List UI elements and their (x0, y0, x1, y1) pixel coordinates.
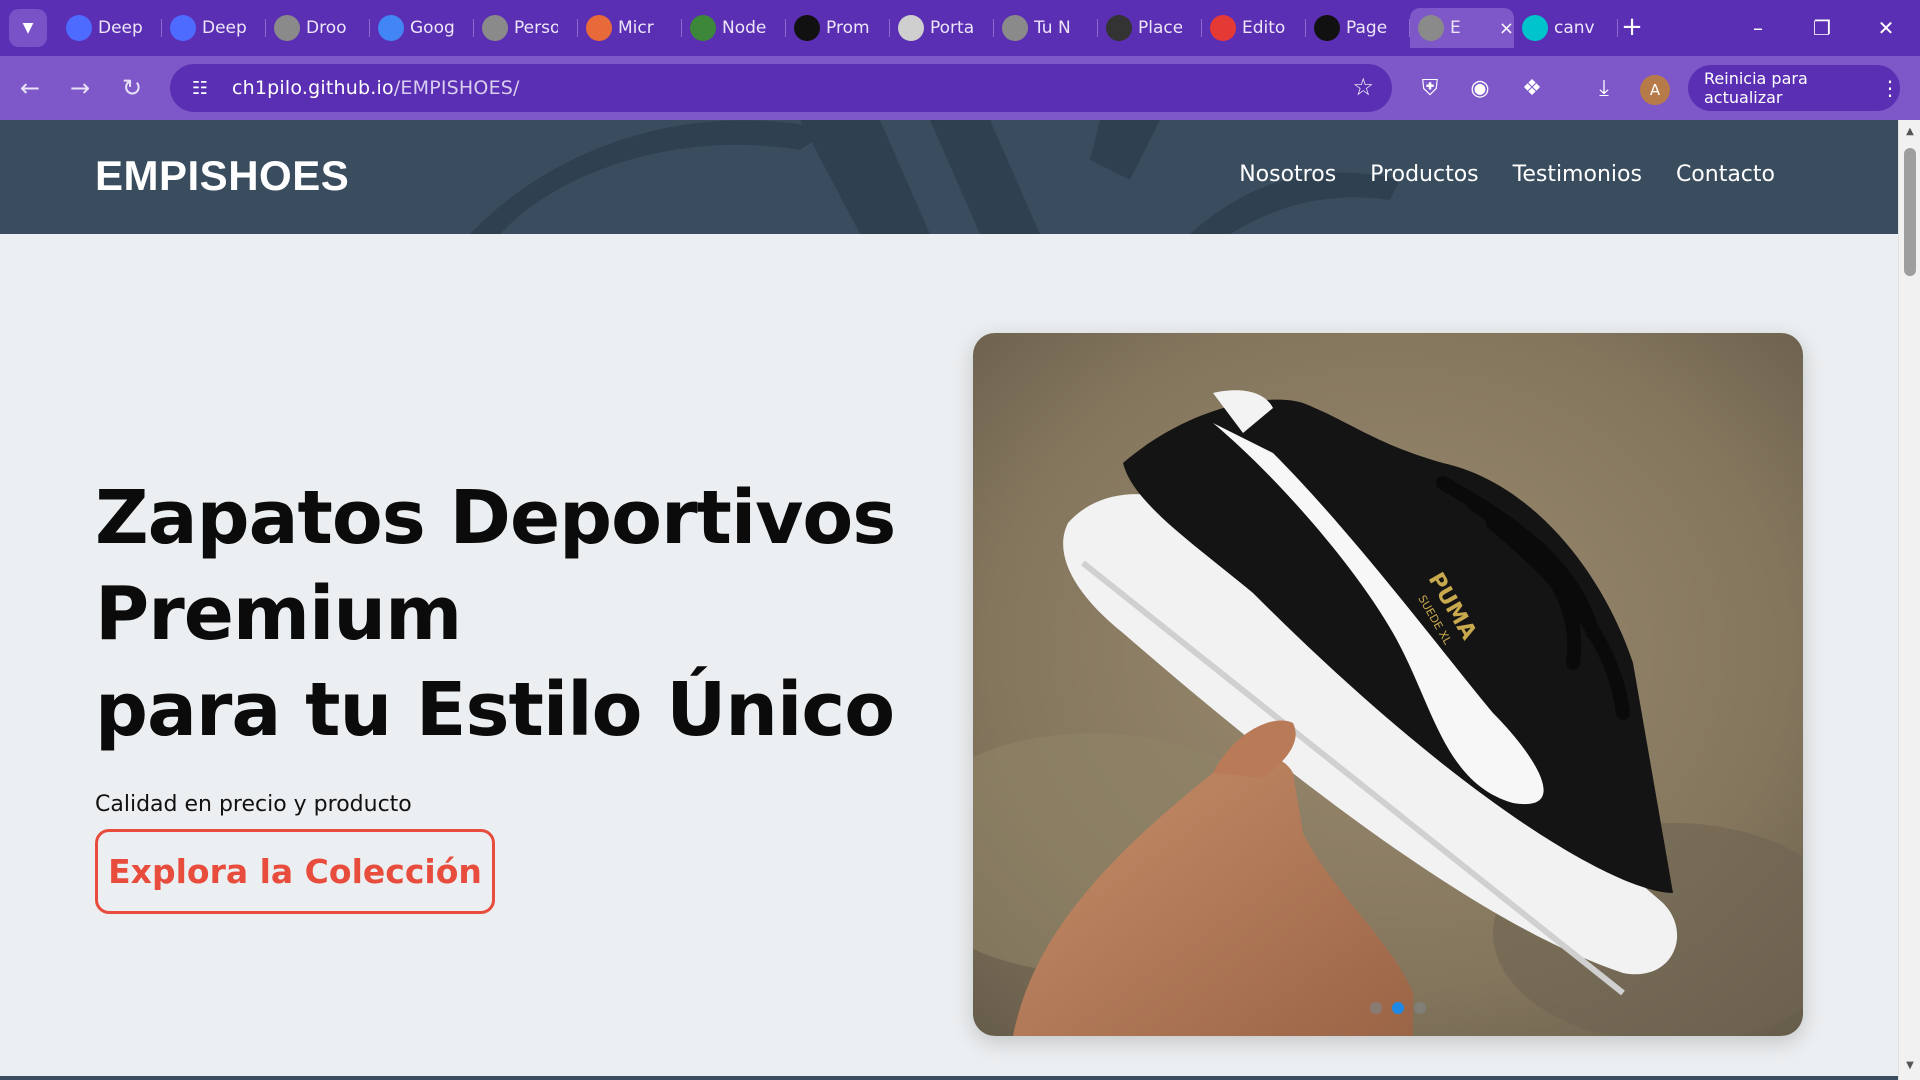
deepseek-icon (170, 15, 196, 41)
browser-tab[interactable]: Prom (786, 8, 890, 48)
hero-title: Zapatos Deportivos Premium para tu Estilo … (95, 470, 955, 758)
tab-title: Micr (618, 18, 654, 38)
address-bar[interactable]: ☷ ch1pilo.github.io/EMPISHOES/ ☆ (170, 64, 1392, 112)
tab-title: Perso (514, 18, 558, 38)
product-carousel[interactable]: PUMA SUEDE XL (973, 333, 1803, 1036)
brand-logo[interactable]: EMPISHOES (95, 152, 349, 200)
globe-icon (1418, 15, 1444, 41)
carousel-dot[interactable] (1370, 1002, 1382, 1014)
close-tab-icon[interactable]: × (1499, 18, 1514, 39)
scrollbar-thumb[interactable] (1904, 148, 1916, 276)
tab-title: Prom (826, 18, 870, 38)
hero-title-line: para tu Estilo Único (95, 667, 895, 753)
browser-tab[interactable]: Droo (266, 8, 370, 48)
scroll-up-icon[interactable]: ▲ (1904, 126, 1916, 138)
tab-title: Node (722, 18, 766, 38)
browser-tab[interactable]: Perso (474, 8, 578, 48)
nodejs-icon (690, 15, 716, 41)
browser-tab[interactable]: Micr (578, 8, 682, 48)
placeholder-icon (1106, 15, 1132, 41)
main-nav: Nosotros Productos Testimonios Contacto (1239, 162, 1775, 187)
globe-icon (274, 15, 300, 41)
browser-tab[interactable]: Page (1306, 8, 1410, 48)
globe-icon (1002, 15, 1028, 41)
canva-icon (1522, 15, 1548, 41)
mask-extension-icon[interactable]: ◉ (1462, 70, 1498, 106)
tab-title: Edito (1242, 18, 1286, 38)
hero-title-line: Premium (95, 571, 462, 657)
sparkle-icon (378, 15, 404, 41)
profile-avatar[interactable]: A (1640, 75, 1670, 105)
tab-title: Place (1138, 18, 1182, 38)
carousel-dot[interactable] (1392, 1002, 1404, 1014)
bookmark-star-icon[interactable]: ☆ (1352, 73, 1374, 101)
tab-strip: Deep Deep Droo Goog Perso Micr Node Prom Porta Tu… (58, 8, 1618, 48)
back-icon[interactable]: ← (12, 70, 48, 106)
browser-tab[interactable]: Edito (1202, 8, 1306, 48)
browser-tab-bar: ▼ Deep Deep Droo Goog Perso Micr Node Prom Porta… (0, 0, 1920, 56)
tab-title: Page (1346, 18, 1388, 38)
nav-link-productos[interactable]: Productos (1370, 162, 1478, 187)
explore-collection-button[interactable]: Explora la Colección (95, 829, 495, 914)
update-button[interactable]: Reinicia para actualizar ⋮ (1688, 65, 1900, 111)
copilot-icon (586, 15, 612, 41)
globe-icon (482, 15, 508, 41)
browser-tab[interactable]: Tu N (994, 8, 1098, 48)
browser-tab[interactable]: Goog (370, 8, 474, 48)
carousel-indicators (973, 1002, 1803, 1014)
page-scrollbar[interactable]: ▲ ▼ (1898, 120, 1920, 1080)
tab-title: E (1450, 18, 1461, 38)
tab-title: canv (1554, 18, 1595, 38)
tab-title: Deep (98, 18, 142, 38)
browser-tab[interactable]: canv (1514, 8, 1618, 48)
browser-tab[interactable]: Porta (890, 8, 994, 48)
restore-icon[interactable]: ❐ (1802, 10, 1842, 46)
extensions-puzzle-icon[interactable]: ❖ (1514, 70, 1550, 106)
site-info-icon[interactable]: ☷ (178, 70, 222, 106)
browser-tab[interactable]: Deep (58, 8, 162, 48)
openai-icon (794, 15, 820, 41)
portal-icon (898, 15, 924, 41)
tab-title: Tu N (1034, 18, 1071, 38)
browser-tab[interactable]: E × (1410, 8, 1514, 48)
browser-tab[interactable]: Place (1098, 8, 1202, 48)
deepseek-icon (66, 15, 92, 41)
tab-title: Porta (930, 18, 974, 38)
p-editor-icon (1210, 15, 1236, 41)
url-text[interactable]: ch1pilo.github.io/EMPISHOES/ (232, 77, 520, 99)
browser-tab[interactable]: Deep (162, 8, 266, 48)
forward-icon[interactable]: → (62, 70, 98, 106)
shield-extension-icon[interactable]: ⛨ (1412, 70, 1448, 106)
github-icon (1314, 15, 1340, 41)
new-tab-button[interactable]: + (1617, 12, 1647, 42)
close-window-icon[interactable]: ✕ (1866, 10, 1906, 46)
menu-dots-icon: ⋮ (1880, 76, 1900, 100)
reload-icon[interactable]: ↻ (114, 70, 150, 106)
page-viewport: EMPISHOES Nosotros Productos Testimonios Co… (0, 120, 1898, 1080)
minimize-icon[interactable]: – (1738, 10, 1778, 46)
download-icon[interactable]: ⤓ (1586, 70, 1622, 106)
nav-link-contacto[interactable]: Contacto (1676, 162, 1775, 187)
carousel-dot[interactable] (1414, 1002, 1426, 1014)
next-section-edge (0, 1076, 1898, 1080)
tab-title: Goog (410, 18, 454, 38)
hero-subtitle: Calidad en precio y producto (95, 792, 412, 817)
tab-search-chevron-icon[interactable]: ▼ (9, 9, 47, 47)
browser-toolbar: ← → ↻ ☷ ch1pilo.github.io/EMPISHOES/ ☆ ⛨… (0, 56, 1920, 120)
tab-title: Droo (306, 18, 347, 38)
scroll-down-icon[interactable]: ▼ (1904, 1060, 1916, 1072)
tab-title: Deep (202, 18, 246, 38)
update-label: Reinicia para actualizar (1704, 69, 1808, 107)
nav-link-testimonios[interactable]: Testimonios (1513, 162, 1642, 187)
nav-link-nosotros[interactable]: Nosotros (1239, 162, 1336, 187)
site-header: EMPISHOES Nosotros Productos Testimonios Co… (0, 120, 1898, 234)
sneaker-photo: PUMA SUEDE XL (973, 333, 1803, 1036)
browser-tab[interactable]: Node (682, 8, 786, 48)
hero-title-line: Zapatos Deportivos (95, 475, 896, 561)
